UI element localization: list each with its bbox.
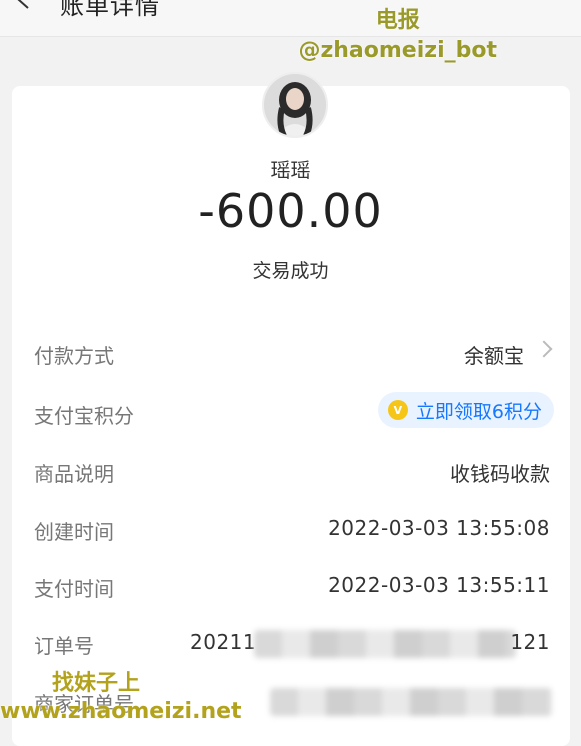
order-number-suffix: 121 [510,630,550,654]
avatar-image-icon [264,74,326,136]
row-payment-method[interactable]: 付款方式 余额宝 [34,332,553,372]
transaction-amount: -600.00 [198,184,383,238]
watermark-bottom-line1: 找妹子上 [52,671,141,696]
page-title: 账单详情 [60,0,160,20]
description-label: 商品说明 [34,462,114,486]
row-order-number[interactable]: 订单号 20211 121 [34,622,550,662]
row-created-time: 创建时间 2022-03-03 13:55:08 [34,508,550,548]
row-description: 商品说明 收钱码收款 [34,450,550,490]
row-alipay-points: 支付宝积分 V 立即领取6积分 [34,392,554,432]
payee-name: 瑶瑶 [270,158,311,182]
watermark-top-line2: @zhaomeizi_bot [298,38,497,63]
paid-time-value: 2022-03-03 13:55:11 [328,573,550,597]
coin-icon: V [387,400,408,420]
row-paid-time: 支付时间 2022-03-03 13:55:11 [34,565,550,605]
created-time-label: 创建时间 [34,520,114,544]
created-time-value: 2022-03-03 13:55:08 [328,516,550,540]
claim-points-text: 立即领取6积分 [415,400,542,423]
watermark-top: 电报 @zhaomeizi_bot [298,6,497,66]
merchant-order-redacted [270,688,552,716]
chevron-right-icon [535,340,553,358]
points-label: 支付宝积分 [34,404,134,428]
payment-method-label: 付款方式 [34,344,114,368]
payment-method-value: 余额宝 [464,344,524,368]
avatar [262,72,328,138]
watermark-bottom-line2: www.zhaomeizi.net [0,699,242,724]
watermark-bottom: 找妹子上 www.zhaomeizi.net [0,670,242,726]
order-number-label: 订单号 [34,634,94,658]
paid-time-label: 支付时间 [34,577,114,601]
description-value: 收钱码收款 [450,462,550,486]
order-number-prefix: 20211 [190,630,257,654]
claim-points-button[interactable]: V 立即领取6积分 [377,392,554,428]
order-number-redacted [254,630,516,658]
transaction-status: 交易成功 [252,260,329,282]
watermark-top-line1: 电报 [375,8,420,33]
back-arrow-icon[interactable] [14,0,34,10]
